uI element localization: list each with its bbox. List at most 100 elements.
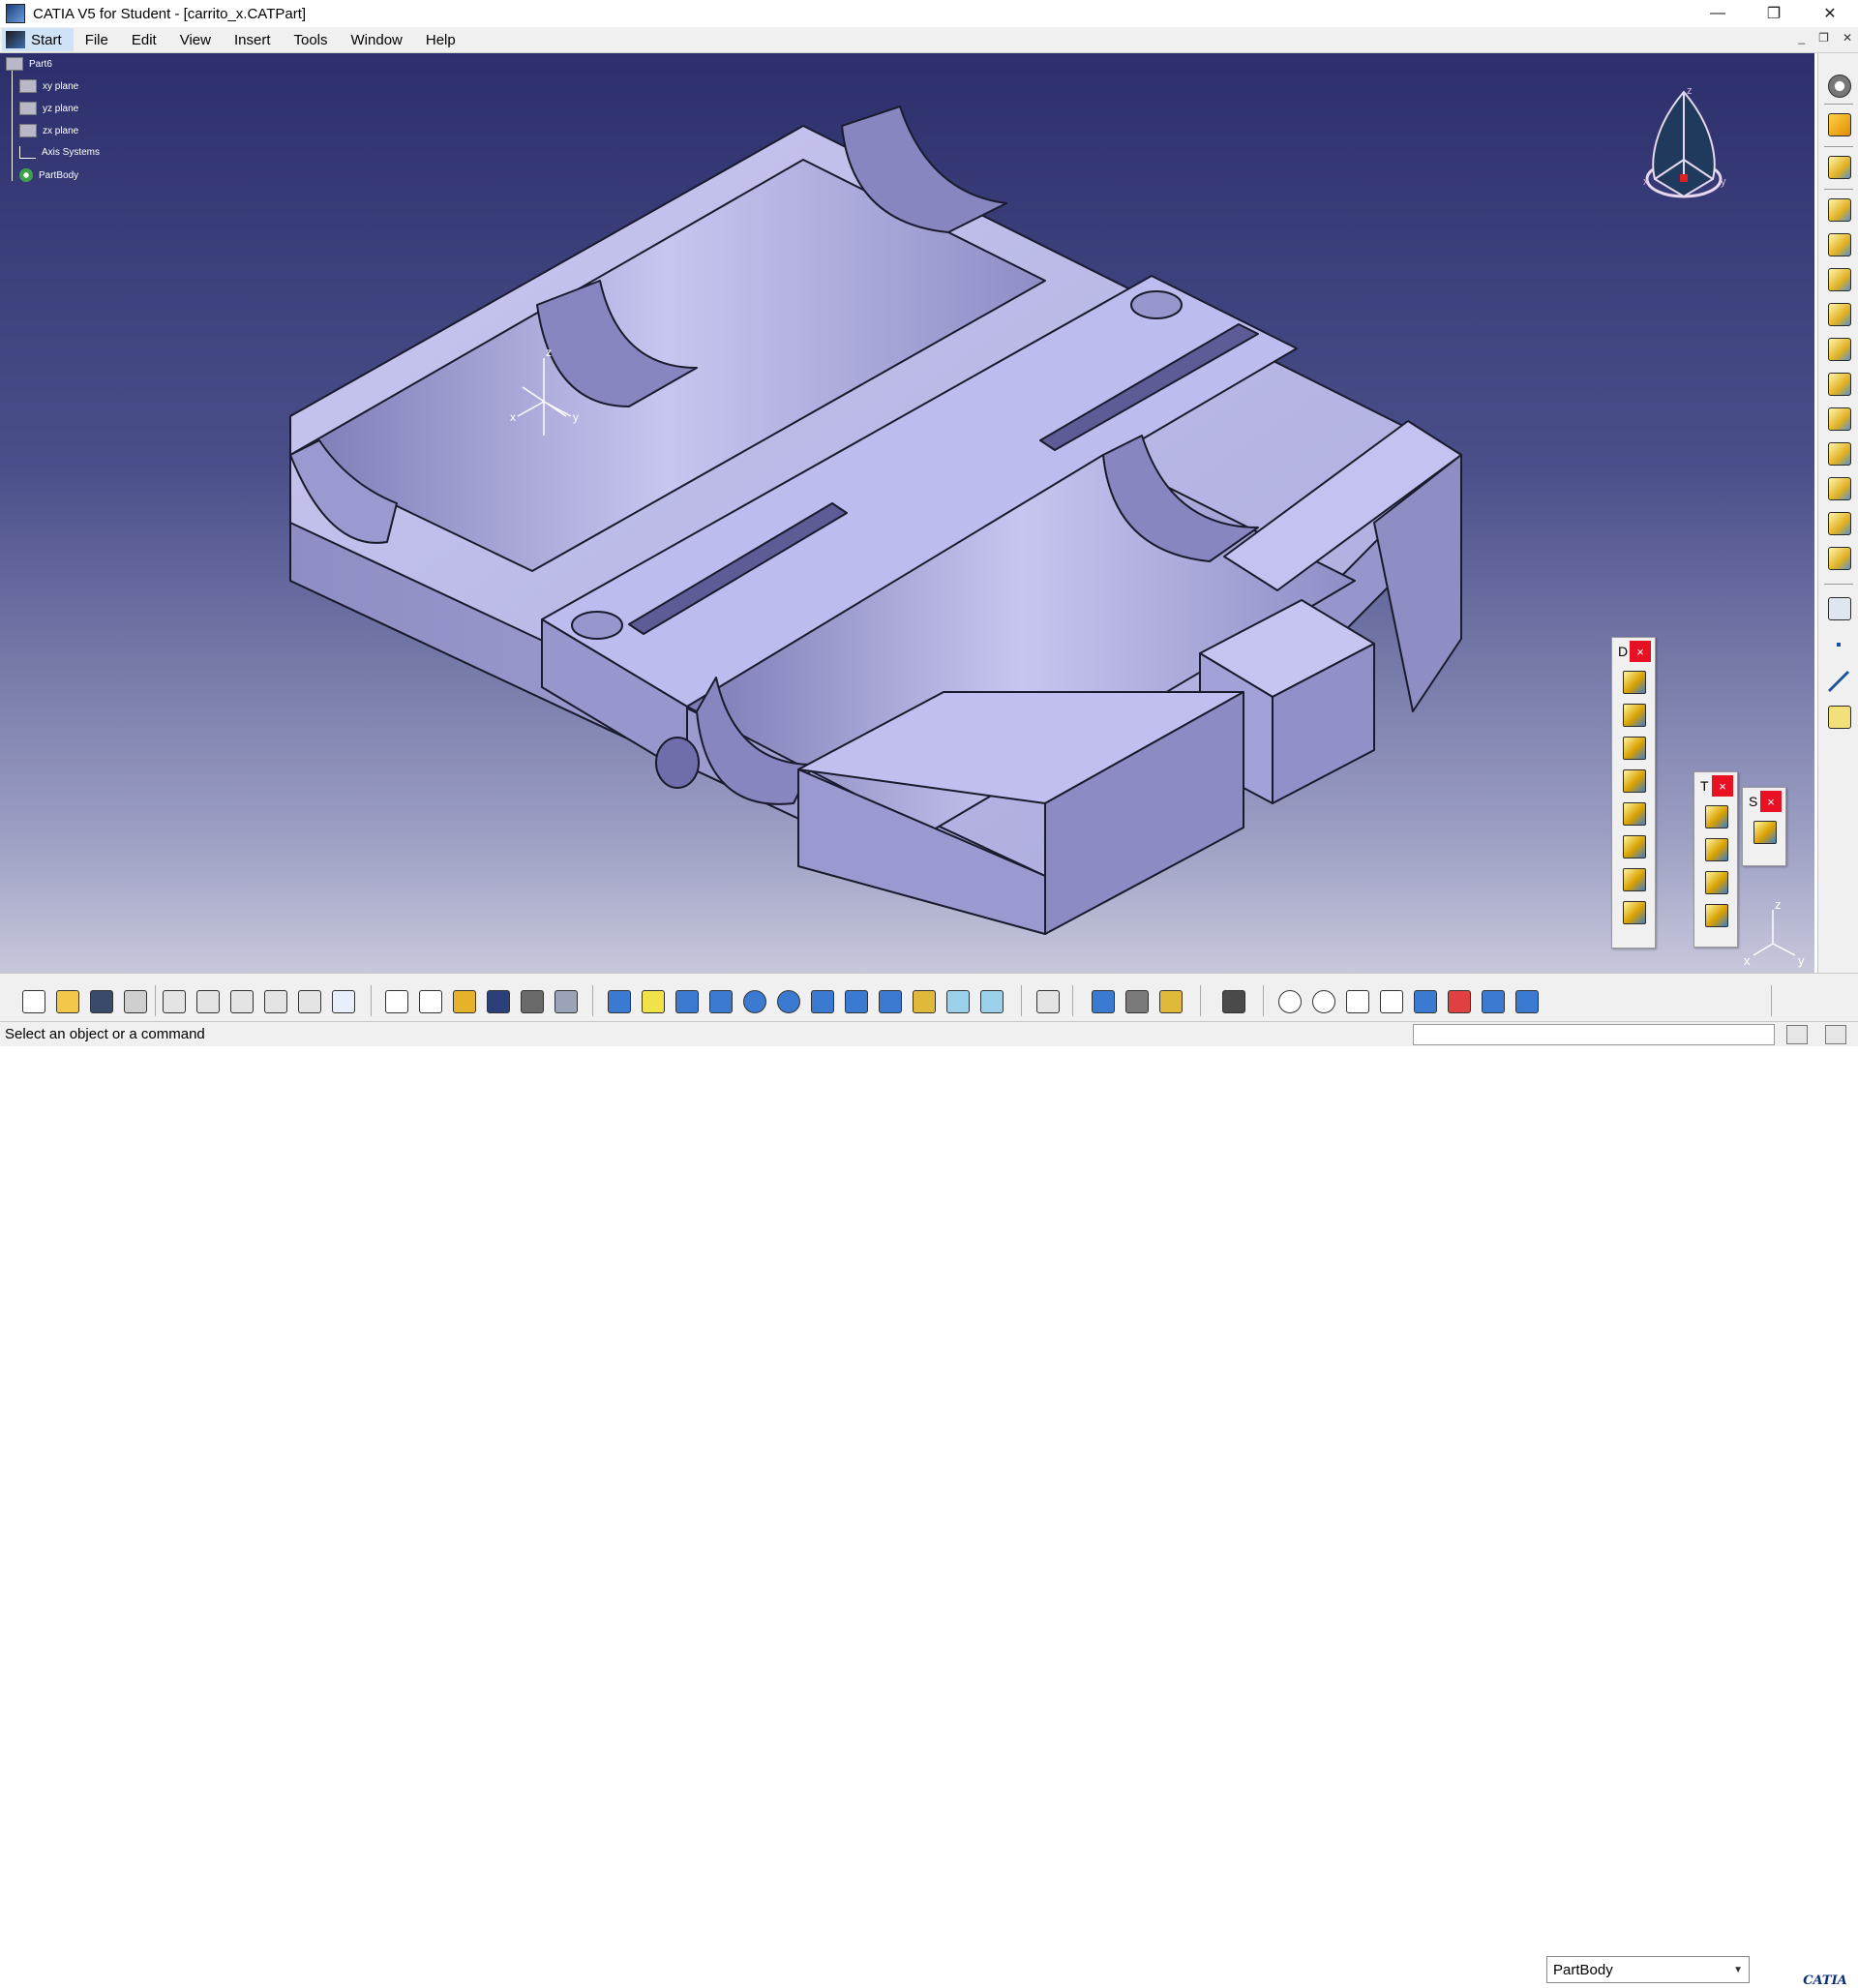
open-icon[interactable] (53, 987, 80, 1014)
pad-icon[interactable] (1826, 196, 1851, 222)
close-icon[interactable]: × (1712, 775, 1733, 797)
zoom-in-icon[interactable] (740, 987, 767, 1014)
new-icon[interactable] (19, 987, 46, 1014)
replace-face-button[interactable] (1620, 901, 1647, 928)
swap-visible-icon[interactable] (977, 987, 1004, 1014)
doc-restore-button[interactable]: ❐ (1818, 31, 1829, 45)
sketcher-icon[interactable] (1826, 154, 1851, 179)
iso-view-icon[interactable] (876, 987, 903, 1014)
doc-minimize-button[interactable]: _ (1798, 31, 1805, 45)
graph-icon[interactable] (1445, 987, 1472, 1014)
table-icon[interactable] (484, 987, 511, 1014)
wireframe-icon[interactable] (1309, 987, 1336, 1014)
measure-icon[interactable] (552, 987, 579, 1014)
pan-icon[interactable] (673, 987, 700, 1014)
tree-node-axis-systems[interactable]: Axis Systems (19, 146, 100, 159)
split-button[interactable] (1751, 821, 1778, 848)
thread-button[interactable] (1620, 835, 1647, 862)
menu-file[interactable]: File (74, 32, 120, 48)
shaft-icon[interactable] (1826, 266, 1851, 291)
plane-fill-icon[interactable] (1513, 987, 1540, 1014)
zoom-out-icon[interactable] (774, 987, 801, 1014)
axis-icon[interactable] (1343, 987, 1370, 1014)
comment-icon[interactable] (416, 987, 443, 1014)
slot-icon[interactable] (1826, 406, 1851, 431)
tree-node-partbody[interactable]: PartBody (19, 168, 78, 182)
measure-between-icon[interactable] (1089, 987, 1116, 1014)
copy-icon[interactable] (194, 987, 221, 1014)
chamfer-button[interactable] (1620, 704, 1647, 731)
plane-icon[interactable] (1826, 704, 1851, 729)
shell-button[interactable] (1620, 769, 1647, 797)
tree-node-yz-plane[interactable]: yz plane (19, 102, 78, 115)
rotate-icon[interactable] (706, 987, 734, 1014)
fillet-button[interactable] (1620, 671, 1647, 698)
floating-toolbar-header[interactable]: T × (1694, 772, 1737, 799)
pattern-button[interactable] (1702, 871, 1729, 898)
doc-close-button[interactable]: ✕ (1843, 31, 1852, 45)
menu-window[interactable]: Window (340, 32, 414, 48)
minimize-button[interactable]: — (1690, 0, 1746, 27)
paste-icon[interactable] (227, 987, 255, 1014)
capture-icon[interactable] (1219, 987, 1246, 1014)
menu-tools[interactable]: Tools (282, 32, 339, 48)
tree-node-root[interactable]: Part6 (6, 57, 52, 71)
multi-view-icon[interactable] (842, 987, 869, 1014)
save-icon[interactable] (87, 987, 114, 1014)
menu-insert[interactable]: Insert (223, 32, 283, 48)
knowledge-icon[interactable] (450, 987, 477, 1014)
line-icon[interactable] (1826, 669, 1851, 694)
floating-toolbar-header[interactable]: S × (1743, 788, 1785, 815)
groove-icon[interactable] (1826, 301, 1851, 326)
fly-icon[interactable] (605, 987, 632, 1014)
remove-face-button[interactable] (1620, 868, 1647, 895)
menu-view[interactable]: View (168, 32, 223, 48)
current-body-select[interactable]: PartBody ▼ (1546, 1956, 1750, 1983)
thickness-button[interactable] (1620, 802, 1647, 829)
camera-icon[interactable] (1825, 1025, 1846, 1044)
menu-edit[interactable]: Edit (120, 32, 168, 48)
point-icon[interactable] (1826, 634, 1851, 664)
mirror-button[interactable] (1702, 838, 1729, 865)
multi-section-solid-icon[interactable] (1826, 475, 1851, 500)
tree-node-xy-plane[interactable]: xy plane (19, 79, 78, 93)
properties-icon[interactable] (1479, 987, 1506, 1014)
removed-multi-section-icon[interactable] (1826, 510, 1851, 535)
translate-button[interactable] (1702, 805, 1729, 832)
restore-button[interactable]: ❐ (1746, 0, 1802, 27)
refresh-icon[interactable] (1275, 987, 1303, 1014)
close-icon[interactable]: × (1630, 641, 1651, 662)
cut-icon[interactable] (160, 987, 187, 1014)
start-menu[interactable]: Start (2, 28, 74, 51)
layer-icon[interactable] (1411, 987, 1438, 1014)
power-input-field[interactable] (1413, 1024, 1775, 1045)
draft-button[interactable] (1620, 737, 1647, 764)
update-icon[interactable] (1034, 987, 1061, 1014)
shading-icon[interactable] (910, 987, 937, 1014)
select-icon[interactable] (1826, 111, 1851, 136)
menu-help[interactable]: Help (414, 32, 467, 48)
extract-icon[interactable] (1826, 545, 1851, 570)
whats-this-icon[interactable] (329, 987, 356, 1014)
measure-item-icon[interactable] (1123, 987, 1150, 1014)
print-icon[interactable] (121, 987, 148, 1014)
options-icon[interactable] (1826, 73, 1851, 98)
close-icon[interactable]: × (1760, 791, 1782, 812)
fit-all-icon[interactable] (639, 987, 666, 1014)
units-icon[interactable] (1377, 987, 1404, 1014)
normal-view-icon[interactable] (808, 987, 835, 1014)
stiffener-icon[interactable] (1826, 440, 1851, 466)
restore-window-icon[interactable] (1786, 1025, 1808, 1044)
solid-combine-icon[interactable] (1826, 595, 1851, 620)
scaling-button[interactable] (1702, 904, 1729, 931)
3d-viewport[interactable]: z x y Part6 xy plane yz plane zx plane A… (0, 53, 1814, 973)
rib-icon[interactable] (1826, 371, 1851, 396)
redo-icon[interactable] (295, 987, 322, 1014)
compass[interactable]: z x y (1635, 82, 1742, 218)
pocket-icon[interactable] (1826, 231, 1851, 256)
mass-icon[interactable] (1156, 987, 1184, 1014)
catalog-icon[interactable] (518, 987, 545, 1014)
formula-icon[interactable] (382, 987, 409, 1014)
undo-icon[interactable] (261, 987, 288, 1014)
close-button[interactable]: ✕ (1802, 0, 1858, 27)
